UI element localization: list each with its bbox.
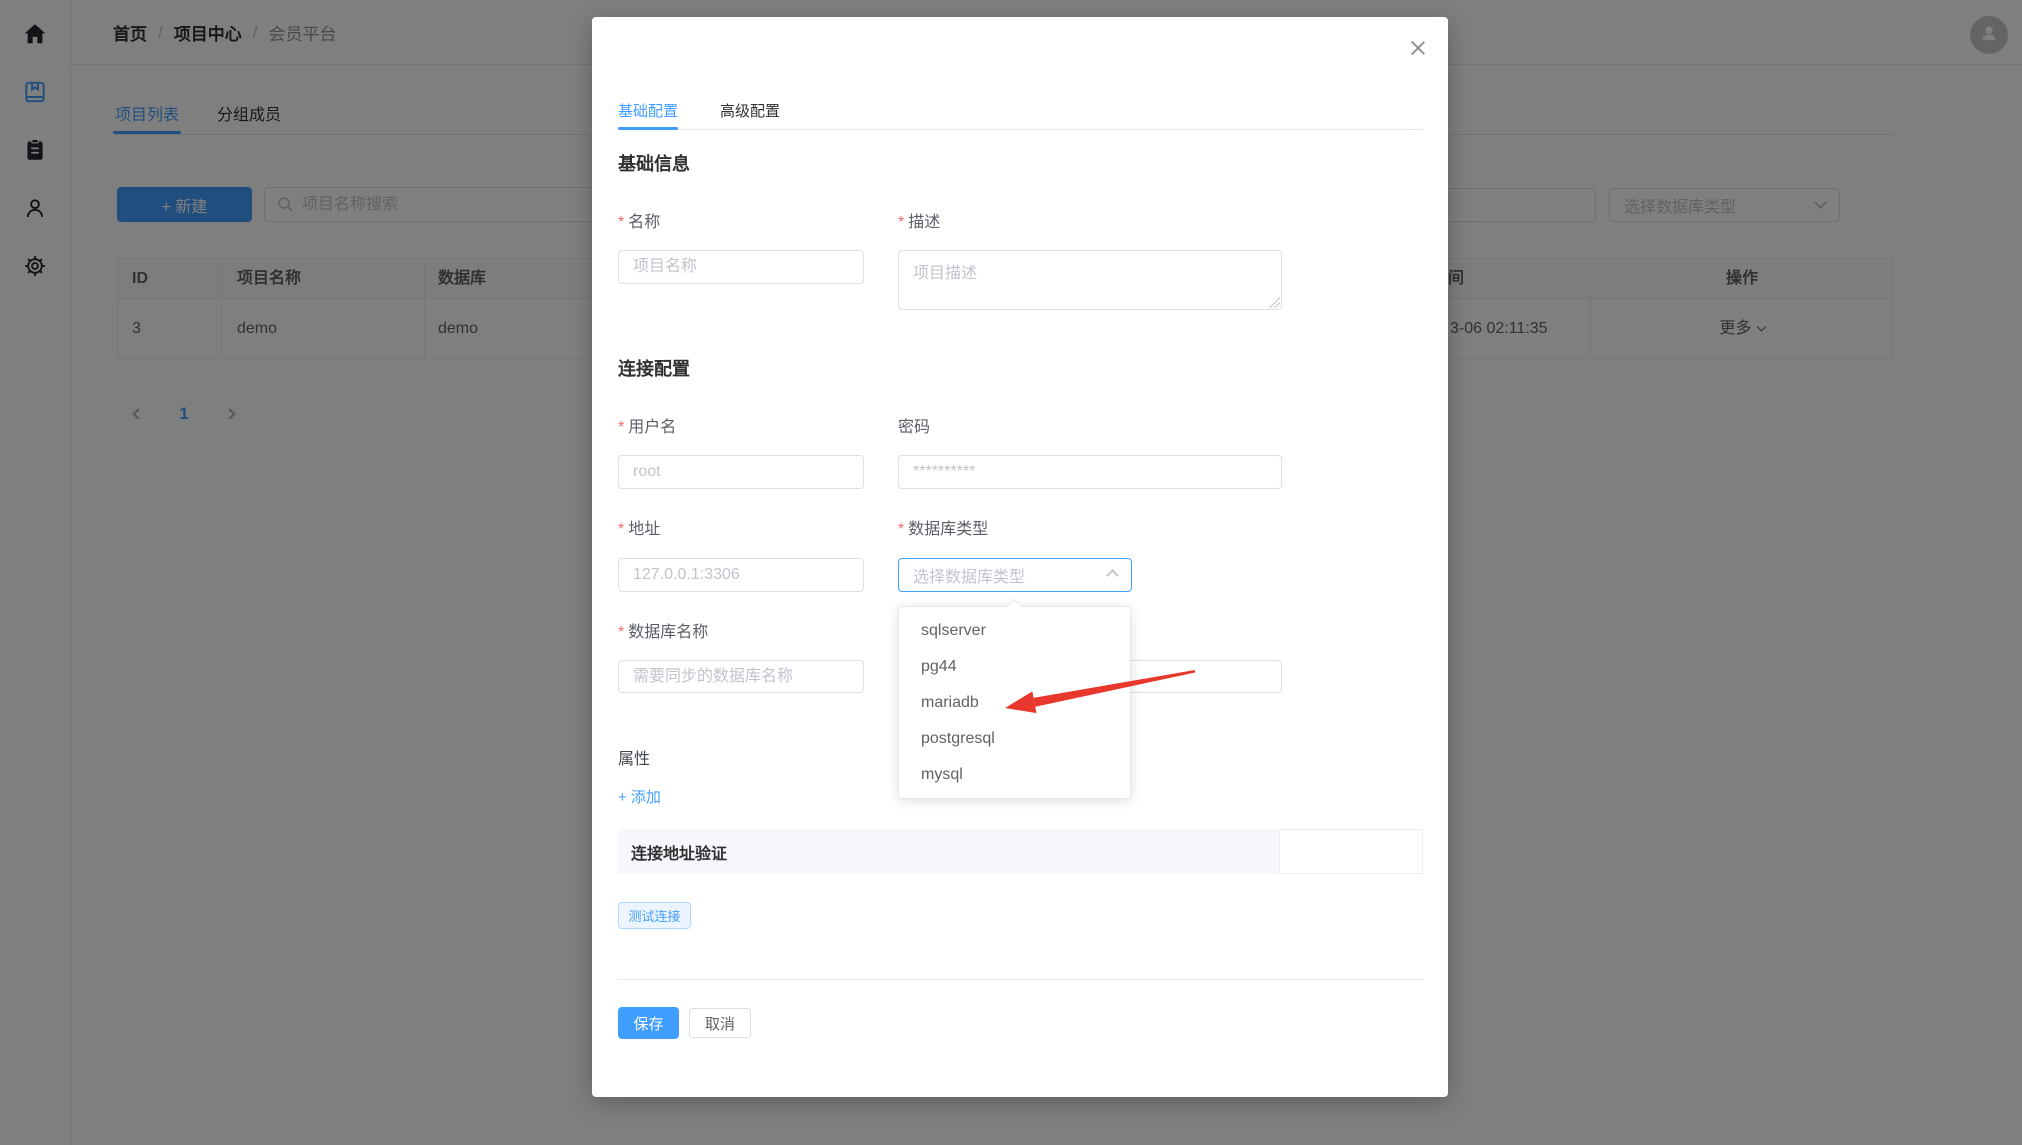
- footer-divider: [618, 979, 1423, 980]
- validation-header: 连接地址验证: [618, 829, 1279, 874]
- dropdown-option-sqlserver[interactable]: sqlserver: [899, 613, 1130, 649]
- address-label: *地址: [618, 520, 660, 540]
- db-name-input[interactable]: [618, 660, 864, 693]
- description-textarea[interactable]: [898, 250, 1282, 310]
- required-mark: *: [898, 214, 904, 231]
- tab-basic-config[interactable]: 基础配置: [618, 99, 678, 125]
- required-mark: *: [618, 521, 624, 538]
- connection-config-dialog: 基础配置 高级配置 基础信息 *名称 *描述 连接配置 *用户名 密码 *地址 …: [592, 17, 1448, 1097]
- required-mark: *: [898, 521, 904, 538]
- dropdown-notch: [1007, 599, 1021, 613]
- cancel-button[interactable]: 取消: [689, 1008, 751, 1038]
- username-label: *用户名: [618, 418, 676, 438]
- db-type-label: *数据库类型: [898, 520, 988, 540]
- attributes-label: 属性: [618, 745, 650, 769]
- required-mark: *: [618, 214, 624, 231]
- username-input[interactable]: [618, 455, 864, 489]
- name-label: *名称: [618, 213, 660, 233]
- name-input[interactable]: [618, 250, 864, 284]
- password-input[interactable]: [898, 455, 1282, 489]
- dropdown-option-mariadb[interactable]: mariadb: [899, 685, 1130, 721]
- description-label: *描述: [898, 213, 940, 233]
- test-connection-button[interactable]: 测试连接: [618, 902, 691, 929]
- section-connection-config: 连接配置: [618, 355, 690, 381]
- tabs-divider: [618, 129, 1423, 130]
- close-icon[interactable]: [1408, 38, 1428, 58]
- db-name-label: *数据库名称: [618, 623, 708, 643]
- section-basic-info: 基础信息: [618, 150, 690, 176]
- required-mark: *: [618, 419, 624, 436]
- db-type-select[interactable]: 选择数据库类型: [898, 558, 1132, 592]
- password-label: 密码: [898, 418, 930, 438]
- chevron-up-icon: [1106, 569, 1119, 582]
- dropdown-option-mysql[interactable]: mysql: [899, 757, 1130, 793]
- validation-header-empty-cell: [1279, 829, 1423, 874]
- required-mark: *: [618, 624, 624, 641]
- save-button[interactable]: 保存: [618, 1007, 679, 1039]
- db-type-dropdown: sqlserver pg44 mariadb postgresql mysql: [898, 606, 1131, 799]
- address-input[interactable]: [618, 558, 864, 592]
- dropdown-option-pg44[interactable]: pg44: [899, 649, 1130, 685]
- resize-grip-icon[interactable]: [1269, 297, 1280, 308]
- add-attribute-link[interactable]: + 添加: [618, 786, 661, 807]
- dropdown-option-postgresql[interactable]: postgresql: [899, 721, 1130, 757]
- tab-advanced-config[interactable]: 高级配置: [720, 99, 780, 125]
- db-type-select-placeholder: 选择数据库类型: [913, 563, 1025, 587]
- active-tab-indicator: [618, 127, 678, 130]
